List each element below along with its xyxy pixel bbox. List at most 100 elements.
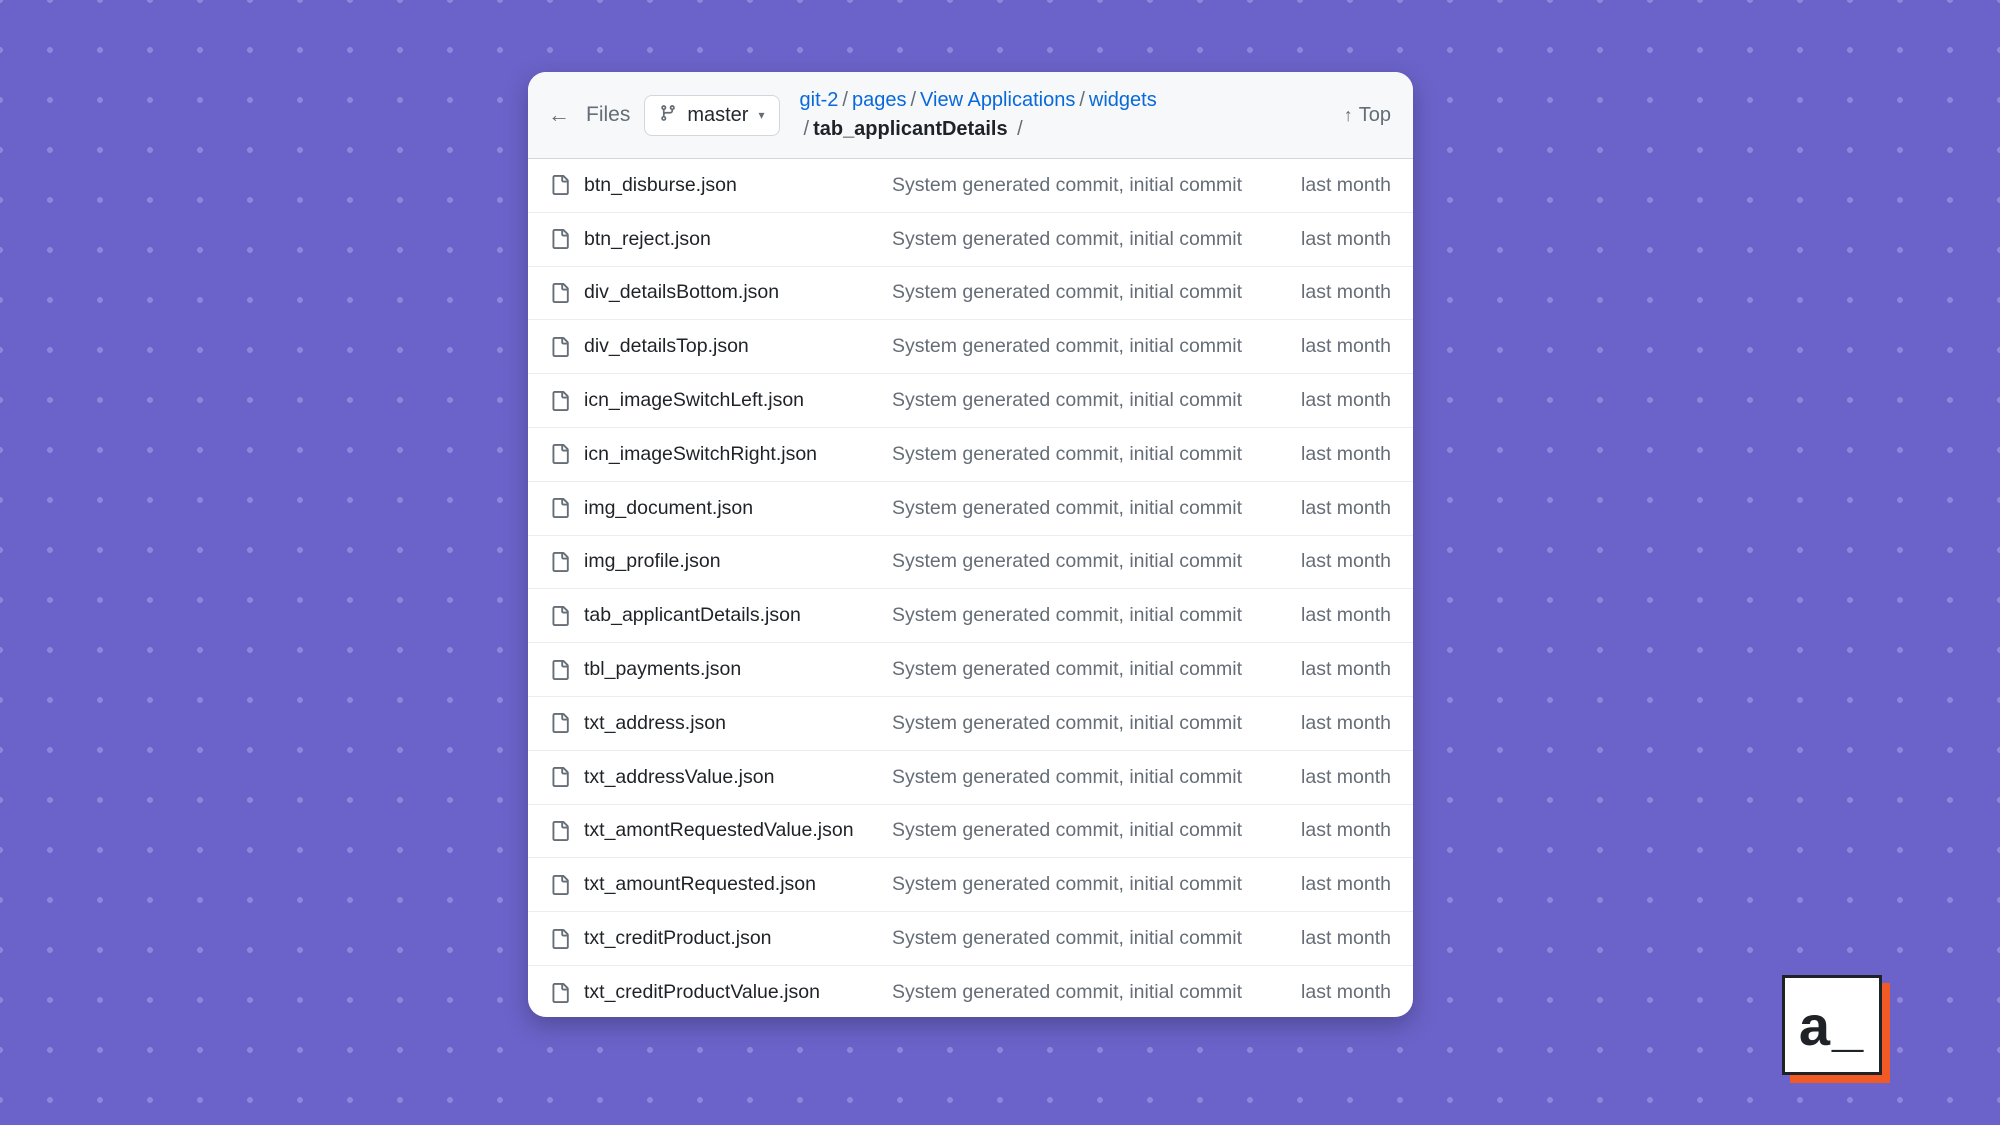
file-name[interactable]: tab_applicantDetails.json <box>584 604 892 627</box>
file-time: last month <box>1301 174 1391 197</box>
top-link[interactable]: ↑ Top <box>1344 104 1391 127</box>
file-icon <box>550 283 570 303</box>
file-list: btn_disburse.jsonSystem generated commit… <box>528 159 1413 1017</box>
file-time: last month <box>1301 927 1391 950</box>
file-time: last month <box>1301 281 1391 304</box>
file-name[interactable]: btn_reject.json <box>584 228 892 251</box>
file-icon <box>550 767 570 787</box>
file-row[interactable]: img_document.jsonSystem generated commit… <box>528 482 1413 536</box>
file-time: last month <box>1301 766 1391 789</box>
file-time: last month <box>1301 604 1391 627</box>
branch-name: master <box>687 104 748 127</box>
file-row[interactable]: txt_amountRequested.jsonSystem generated… <box>528 858 1413 912</box>
file-icon <box>550 983 570 1003</box>
file-row[interactable]: btn_disburse.jsonSystem generated commit… <box>528 159 1413 213</box>
file-time: last month <box>1301 550 1391 573</box>
git-branch-icon <box>659 104 677 127</box>
file-time: last month <box>1301 497 1391 520</box>
breadcrumb-segment[interactable]: pages <box>852 89 907 111</box>
file-row[interactable]: tab_applicantDetails.jsonSystem generate… <box>528 589 1413 643</box>
file-commit-message[interactable]: System generated commit, initial commit <box>892 550 1301 573</box>
file-name[interactable]: tbl_payments.json <box>584 658 892 681</box>
file-icon <box>550 391 570 411</box>
file-commit-message[interactable]: System generated commit, initial commit <box>892 497 1301 520</box>
file-icon <box>550 929 570 949</box>
file-commit-message[interactable]: System generated commit, initial commit <box>892 927 1301 950</box>
file-name[interactable]: img_profile.json <box>584 550 892 573</box>
file-time: last month <box>1301 873 1391 896</box>
file-name[interactable]: icn_imageSwitchRight.json <box>584 443 892 466</box>
file-name[interactable]: div_detailsBottom.json <box>584 281 892 304</box>
back-arrow-icon[interactable]: ← <box>546 100 572 130</box>
files-label: Files <box>586 103 630 127</box>
file-icon <box>550 175 570 195</box>
file-commit-message[interactable]: System generated commit, initial commit <box>892 281 1301 304</box>
file-commit-message[interactable]: System generated commit, initial commit <box>892 819 1301 842</box>
file-row[interactable]: div_detailsTop.jsonSystem generated comm… <box>528 320 1413 374</box>
file-time: last month <box>1301 228 1391 251</box>
file-row[interactable]: div_detailsBottom.jsonSystem generated c… <box>528 267 1413 321</box>
repo-panel: ← Files master ▾ git-2/pages/View Applic… <box>528 72 1413 1017</box>
file-name[interactable]: txt_creditProductValue.json <box>584 981 892 1004</box>
file-icon <box>550 229 570 249</box>
breadcrumb-segment[interactable]: View Applications <box>920 89 1075 111</box>
file-commit-message[interactable]: System generated commit, initial commit <box>892 389 1301 412</box>
file-name[interactable]: img_document.json <box>584 497 892 520</box>
file-time: last month <box>1301 712 1391 735</box>
logo-badge: a_ <box>1782 975 1882 1075</box>
file-row[interactable]: txt_addressValue.jsonSystem generated co… <box>528 751 1413 805</box>
file-commit-message[interactable]: System generated commit, initial commit <box>892 443 1301 466</box>
breadcrumbs: git-2/pages/View Applications/widgets/ta… <box>794 86 1330 144</box>
file-icon <box>550 821 570 841</box>
file-icon <box>550 337 570 357</box>
top-label: Top <box>1359 104 1391 127</box>
file-commit-message[interactable]: System generated commit, initial commit <box>892 658 1301 681</box>
file-commit-message[interactable]: System generated commit, initial commit <box>892 228 1301 251</box>
file-commit-message[interactable]: System generated commit, initial commit <box>892 766 1301 789</box>
file-row[interactable]: txt_address.jsonSystem generated commit,… <box>528 697 1413 751</box>
breadcrumb-current: tab_applicantDetails <box>813 118 1008 140</box>
panel-header: ← Files master ▾ git-2/pages/View Applic… <box>528 72 1413 159</box>
file-commit-message[interactable]: System generated commit, initial commit <box>892 712 1301 735</box>
file-commit-message[interactable]: System generated commit, initial commit <box>892 335 1301 358</box>
file-commit-message[interactable]: System generated commit, initial commit <box>892 174 1301 197</box>
file-time: last month <box>1301 389 1391 412</box>
file-row[interactable]: btn_reject.jsonSystem generated commit, … <box>528 213 1413 267</box>
file-commit-message[interactable]: System generated commit, initial commit <box>892 873 1301 896</box>
file-time: last month <box>1301 443 1391 466</box>
file-row[interactable]: tbl_payments.jsonSystem generated commit… <box>528 643 1413 697</box>
logo-front: a_ <box>1782 975 1882 1075</box>
file-icon <box>550 660 570 680</box>
file-name[interactable]: txt_addressValue.json <box>584 766 892 789</box>
file-icon <box>550 875 570 895</box>
file-row[interactable]: txt_creditProductValue.jsonSystem genera… <box>528 966 1413 1017</box>
file-icon <box>550 552 570 572</box>
file-icon <box>550 444 570 464</box>
branch-selector[interactable]: master ▾ <box>644 95 779 136</box>
file-commit-message[interactable]: System generated commit, initial commit <box>892 981 1301 1004</box>
file-name[interactable]: txt_creditProduct.json <box>584 927 892 950</box>
file-name[interactable]: div_detailsTop.json <box>584 335 892 358</box>
file-name[interactable]: txt_amountRequested.json <box>584 873 892 896</box>
file-icon <box>550 713 570 733</box>
file-row[interactable]: txt_amontRequestedValue.jsonSystem gener… <box>528 805 1413 859</box>
caret-down-icon: ▾ <box>758 108 764 122</box>
file-icon <box>550 498 570 518</box>
file-time: last month <box>1301 819 1391 842</box>
file-row[interactable]: img_profile.jsonSystem generated commit,… <box>528 536 1413 590</box>
file-row[interactable]: icn_imageSwitchLeft.jsonSystem generated… <box>528 374 1413 428</box>
file-name[interactable]: btn_disburse.json <box>584 174 892 197</box>
file-name[interactable]: txt_address.json <box>584 712 892 735</box>
file-time: last month <box>1301 981 1391 1004</box>
file-icon <box>550 606 570 626</box>
file-row[interactable]: txt_creditProduct.jsonSystem generated c… <box>528 912 1413 966</box>
file-row[interactable]: icn_imageSwitchRight.jsonSystem generate… <box>528 428 1413 482</box>
arrow-up-icon: ↑ <box>1344 105 1353 126</box>
file-time: last month <box>1301 335 1391 358</box>
breadcrumb-segment[interactable]: widgets <box>1089 89 1157 111</box>
file-name[interactable]: txt_amontRequestedValue.json <box>584 819 892 842</box>
file-commit-message[interactable]: System generated commit, initial commit <box>892 604 1301 627</box>
file-name[interactable]: icn_imageSwitchLeft.json <box>584 389 892 412</box>
breadcrumb-root[interactable]: git-2 <box>800 89 839 111</box>
file-time: last month <box>1301 658 1391 681</box>
